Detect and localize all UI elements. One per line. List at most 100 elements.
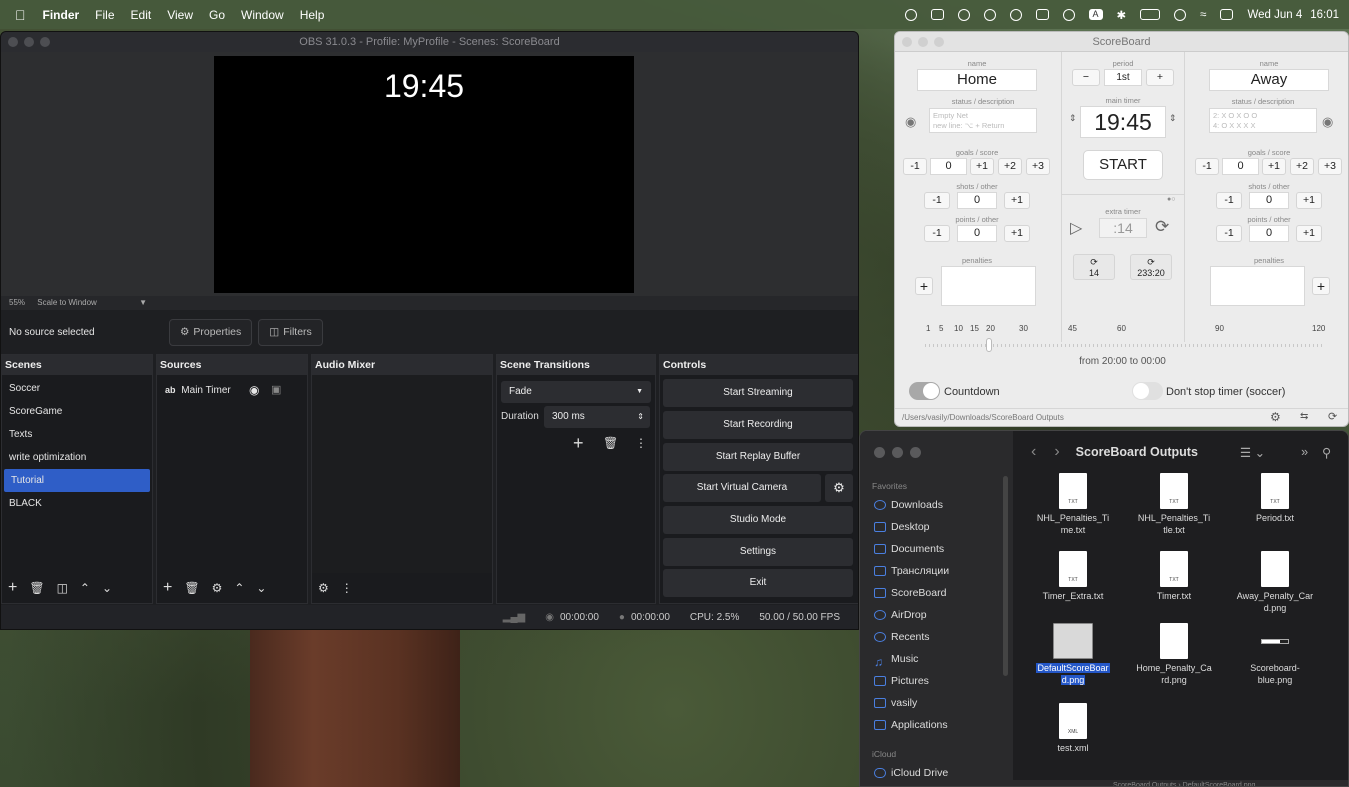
clock-date[interactable]: Wed Jun 4 — [1247, 9, 1302, 21]
countdown-toggle[interactable] — [909, 382, 940, 400]
extra-timer-field[interactable]: :14 — [1099, 218, 1147, 238]
trash-icon[interactable]: 🗑 — [184, 581, 199, 595]
virtual-camera-settings-gear-icon[interactable]: ⚙ — [825, 474, 853, 502]
menu-file[interactable]: File — [95, 8, 114, 22]
period-plus-button[interactable]: + — [1146, 69, 1174, 86]
obs-titlebar[interactable]: OBS 31.0.3 - Profile: MyProfile - Scenes… — [1, 32, 858, 52]
app-menu[interactable]: Finder — [43, 8, 80, 22]
away-name-field[interactable]: Away — [1209, 69, 1329, 91]
audio-settings-icon[interactable]: ⚙ — [318, 581, 329, 595]
timer-stepper-icon[interactable]: ⇕ — [1069, 113, 1077, 124]
add-transition-icon[interactable]: + — [573, 433, 584, 454]
sidebar-item-scoreboard[interactable]: ScoreBoard — [860, 582, 1013, 604]
move-down-icon[interactable]: ⌄ — [256, 581, 266, 595]
file-item[interactable]: Scoreboard-blue.png — [1225, 623, 1325, 686]
settings-button[interactable]: Settings — [663, 538, 853, 566]
move-down-icon[interactable]: ⌄ — [102, 581, 112, 595]
gear-icon[interactable]: ⚙ — [1270, 410, 1281, 424]
sidebar-item-vasily[interactable]: vasily — [860, 692, 1013, 714]
menu-go[interactable]: Go — [209, 8, 225, 22]
away-shots-minus1-button[interactable]: -1 — [1216, 192, 1242, 209]
sidebar-item-recents[interactable]: Recents — [860, 626, 1013, 648]
add-away-penalty-button[interactable]: + — [1312, 277, 1330, 295]
lock-icon[interactable]: ▣ — [271, 379, 281, 402]
away-goals-field[interactable]: 0 — [1222, 158, 1259, 175]
away-penalties-box[interactable] — [1210, 266, 1305, 306]
home-points-field[interactable]: 0 — [957, 225, 997, 242]
sidebar-item-airdrop[interactable]: AirDrop — [860, 604, 1013, 626]
scene-item[interactable]: BLACK — [2, 492, 152, 515]
download-status-icon[interactable] — [1035, 9, 1049, 20]
zoom-window-button[interactable] — [910, 447, 921, 458]
home-points-minus1-button[interactable]: -1 — [924, 225, 950, 242]
sidebar-item-translyatsii[interactable]: Трансляции — [860, 560, 1013, 582]
sidebar-item-applications[interactable]: Applications — [860, 714, 1013, 736]
reset-icon[interactable]: ⟳ — [1328, 410, 1337, 423]
apple-menu-icon[interactable]:  — [15, 7, 26, 23]
add-home-penalty-button[interactable]: + — [915, 277, 933, 295]
chevron-down-icon[interactable]: ▼ — [139, 298, 147, 307]
clock-status-icon[interactable] — [957, 8, 970, 21]
home-shots-field[interactable]: 0 — [957, 192, 997, 209]
preview-canvas[interactable]: 19:45 — [214, 56, 634, 293]
zoom-window-button[interactable] — [40, 37, 50, 47]
zoom-window-button[interactable] — [934, 37, 944, 47]
away-points-field[interactable]: 0 — [1249, 225, 1289, 242]
sidebar-scrollbar[interactable] — [1003, 476, 1008, 676]
file-item[interactable]: TXT NHL_Penalties_Ti me.txt — [1023, 473, 1123, 536]
sidebar-item-icloud-drive[interactable]: iCloud Drive — [860, 762, 1013, 784]
file-item[interactable]: TXT Timer.txt — [1124, 551, 1224, 602]
menu-edit[interactable]: Edit — [131, 8, 152, 22]
duration-slider-thumb[interactable] — [986, 338, 992, 352]
home-shots-plus1-button[interactable]: +1 — [1004, 192, 1030, 209]
home-goals-plus3-button[interactable]: +3 — [1026, 158, 1050, 175]
home-shots-minus1-button[interactable]: -1 — [924, 192, 950, 209]
menu-window[interactable]: Window — [241, 8, 284, 22]
properties-button[interactable]: ⚙ Properties — [169, 318, 253, 346]
time-machine-icon[interactable] — [1174, 8, 1187, 21]
menu-help[interactable]: Help — [300, 8, 325, 22]
more-options-icon[interactable]: ⋮ — [341, 581, 353, 595]
period-field[interactable]: 1st — [1104, 69, 1142, 86]
control-center-icon[interactable] — [1220, 9, 1234, 20]
eye-icon[interactable]: ◉ — [905, 114, 916, 130]
wifi-icon[interactable]: ≈ — [1200, 9, 1206, 21]
dont-stop-timer-toggle[interactable] — [1132, 382, 1163, 400]
file-item-selected[interactable]: DefaultScoreBoar d.png — [1023, 623, 1123, 686]
trash-icon[interactable]: 🗑 — [603, 436, 618, 450]
eye-icon[interactable]: ◉ — [1322, 114, 1333, 130]
gear-icon[interactable]: ⚙ — [212, 581, 223, 595]
record-status-icon[interactable] — [904, 8, 917, 21]
more-toolbar-icon[interactable]: » — [1301, 445, 1308, 459]
minimize-window-button[interactable] — [892, 447, 903, 458]
eye-icon[interactable]: ◉ — [249, 379, 259, 402]
input-source-icon[interactable]: A — [1088, 9, 1103, 20]
reset-extra-timer-icon[interactable]: ⟳ — [1155, 217, 1169, 237]
sidebar-item-downloads[interactable]: Downloads — [860, 494, 1013, 516]
away-goals-plus2-button[interactable]: +2 — [1290, 158, 1314, 175]
scene-item[interactable]: ScoreGame — [2, 400, 152, 423]
away-status-field[interactable]: 2: X O X O O 4: O X X X X — [1209, 108, 1317, 133]
file-item[interactable]: Away_Penalty_Car d.png — [1225, 551, 1325, 614]
filters-button[interactable]: ◫ Filters — [258, 318, 323, 346]
close-window-button[interactable] — [8, 37, 18, 47]
folder-status-icon[interactable] — [930, 9, 944, 20]
view-options-icon[interactable]: ☰ ⌄ — [1240, 445, 1265, 460]
scene-item-selected[interactable]: Tutorial — [4, 469, 150, 492]
scene-item[interactable]: Soccer — [2, 377, 152, 400]
battery-icon[interactable] — [1140, 9, 1161, 20]
home-goals-minus1-button[interactable]: -1 — [903, 158, 927, 175]
bluetooth-icon[interactable]: ✱ — [1117, 8, 1127, 22]
move-up-icon[interactable]: ⌃ — [80, 581, 90, 595]
duration-slider-track[interactable] — [925, 344, 1325, 347]
preview-area[interactable]: 19:45 — [1, 52, 858, 296]
sidebar-item-desktop[interactable]: Desktop — [860, 516, 1013, 538]
studio-mode-button[interactable]: Studio Mode — [663, 506, 853, 534]
start-streaming-button[interactable]: Start Streaming — [663, 379, 853, 407]
sidebar-item-documents[interactable]: Documents — [860, 538, 1013, 560]
menu-view[interactable]: View — [167, 8, 193, 22]
home-name-field[interactable]: Home — [917, 69, 1037, 91]
scene-item[interactable]: Texts — [2, 423, 152, 446]
away-goals-plus1-button[interactable]: +1 — [1262, 158, 1286, 175]
start-replay-buffer-button[interactable]: Start Replay Buffer — [663, 443, 853, 471]
